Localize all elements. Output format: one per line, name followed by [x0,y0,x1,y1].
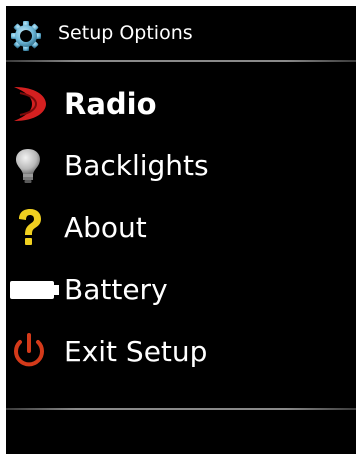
battery-icon [10,281,59,299]
footer-divider [6,408,356,410]
menu-item-backlights[interactable]: Backlights [6,138,356,194]
menu-item-label: Radio [64,87,157,121]
power-icon [14,333,44,367]
menu-item-label: About [64,211,147,244]
question-mark-icon [19,209,41,245]
menu-item-exit-setup[interactable]: Exit Setup [6,324,356,380]
menu-item-battery[interactable]: Battery [6,262,356,318]
header-divider [6,60,356,62]
lightbulb-icon [16,149,40,183]
screen-title: Setup Options [58,22,193,44]
menu-item-label: Backlights [64,149,209,182]
screen-header: Setup Options [6,6,356,60]
setup-screen: Setup Options Radio Backlights About Bat… [6,6,356,454]
menu-item-about[interactable]: About [6,200,356,256]
radio-icon [14,87,46,121]
gear-icon [11,21,41,51]
menu-item-label: Exit Setup [64,335,208,368]
menu-item-radio[interactable]: Radio [6,76,356,132]
menu-item-label: Battery [64,273,168,306]
